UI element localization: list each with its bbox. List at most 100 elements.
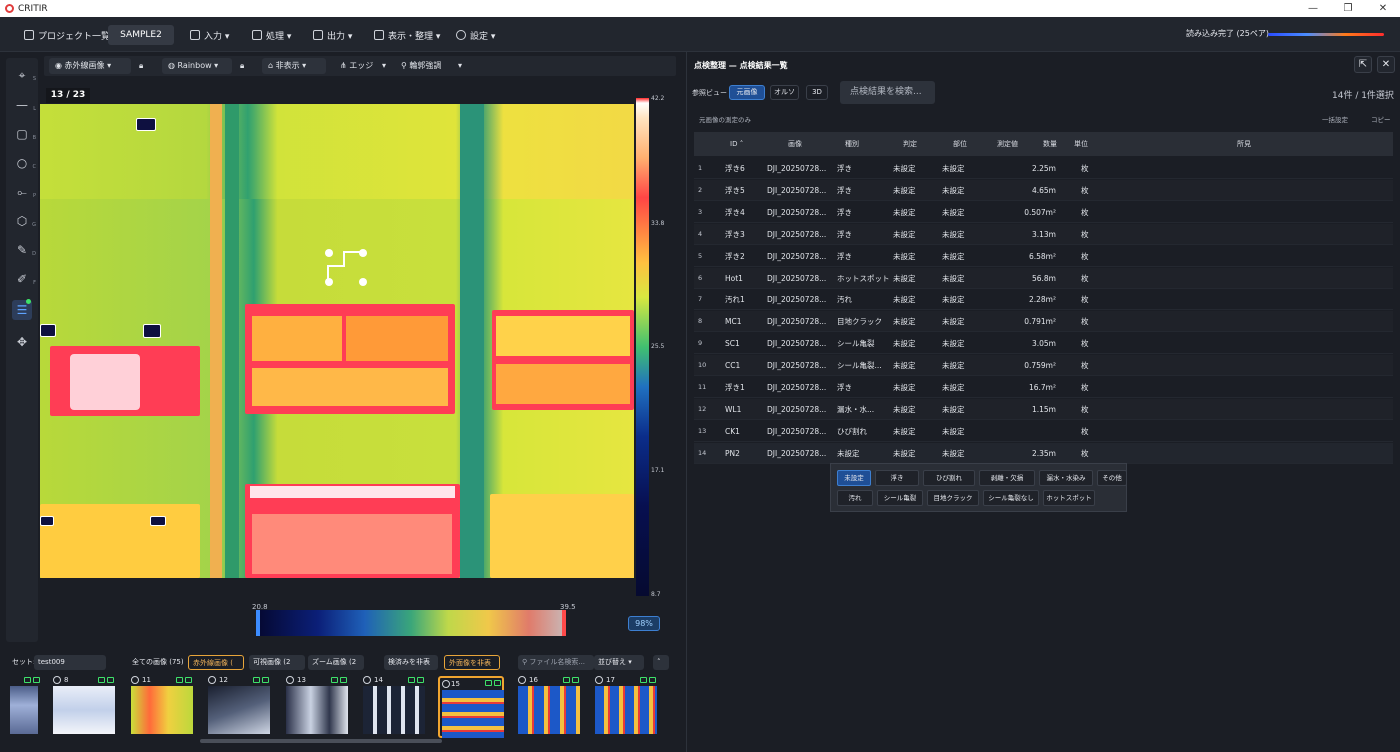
- edit-tool[interactable]: ✐ F: [12, 269, 36, 289]
- thumbnail-radio[interactable]: [363, 676, 371, 684]
- cell-n[interactable]: 14: [698, 443, 706, 464]
- projects-menu[interactable]: プロジェクト一覧: [24, 27, 110, 43]
- edge-toggle[interactable]: ⋔ エッジ: [340, 58, 373, 74]
- copy-button[interactable]: コピー: [1371, 114, 1391, 124]
- table-row[interactable]: 10 CC1 DJI_20250728... シール亀裂... 未設定 未設定 0.759m…: [694, 355, 1393, 377]
- move-tool[interactable]: ✥: [12, 332, 32, 352]
- thumbnail-radio[interactable]: [53, 676, 61, 684]
- thumbnail-radio[interactable]: [595, 676, 603, 684]
- minimize-button[interactable]: —: [1296, 0, 1330, 17]
- cell-unit[interactable]: 枚: [1081, 443, 1089, 464]
- annotation-handle[interactable]: [325, 249, 333, 257]
- annotation-handle[interactable]: [359, 249, 367, 257]
- histogram-min-handle[interactable]: [256, 610, 260, 636]
- table-row[interactable]: 14 PN2 DJI_20250728... 未設定 未設定 未設定 2.35m 枚: [694, 442, 1393, 464]
- type-option[interactable]: ひび割れ: [923, 470, 975, 486]
- sort-dropdown[interactable]: 並び替え ▾: [594, 655, 644, 670]
- table-row[interactable]: 5 浮き2 DJI_20250728... 浮き 未設定 未設定 6.58m² 枚: [694, 246, 1393, 267]
- thumbnail[interactable]: 16: [518, 676, 584, 738]
- select-tool[interactable]: ⌖ S: [12, 65, 36, 85]
- thermal-image-canvas[interactable]: [40, 104, 634, 578]
- col-judge[interactable]: 判定: [903, 132, 917, 156]
- tab-zoom-images[interactable]: ズーム画像 (2: [308, 655, 364, 670]
- thumbnail-radio[interactable]: [208, 676, 216, 684]
- col-id[interactable]: ID ˄: [730, 132, 743, 156]
- table-row[interactable]: 11 浮き1 DJI_20250728... 浮き 未設定 未設定 16.7m² 枚: [694, 377, 1393, 398]
- type-option[interactable]: 浮き: [875, 470, 919, 486]
- col-type[interactable]: 種別: [845, 132, 859, 156]
- cell-value[interactable]: 2.35m: [998, 443, 1056, 464]
- type-option[interactable]: シール亀裂: [877, 490, 923, 506]
- zoom-level[interactable]: 98%: [628, 616, 660, 631]
- menu-output[interactable]: 出力 ▾: [313, 27, 352, 43]
- hide-inspected-button[interactable]: 検済みを非表: [384, 655, 438, 670]
- view-original[interactable]: 元画像: [729, 85, 765, 100]
- circle-tool[interactable]: ○ C: [12, 153, 36, 173]
- bulk-set-button[interactable]: 一括設定: [1322, 114, 1348, 124]
- type-option[interactable]: 未設定: [837, 470, 871, 486]
- table-row[interactable]: 7 汚れ1 DJI_20250728... 汚れ 未設定 未設定 2.28m² 枚: [694, 289, 1393, 311]
- lock-icon[interactable]: 🔒︎: [139, 58, 143, 74]
- table-row[interactable]: 9 SC1 DJI_20250728... シール亀裂 未設定 未設定 3.05m 枚: [694, 333, 1393, 355]
- table-row[interactable]: 6 Hot1 DJI_20250728... ホットスポット 未設定 未設定 56.8m 枚: [694, 267, 1393, 289]
- edge-dropdown[interactable]: ▾: [382, 58, 386, 74]
- popout-button[interactable]: ⇱: [1354, 56, 1372, 73]
- close-window-button[interactable]: ✕: [1366, 0, 1400, 17]
- polyline-tool[interactable]: ⟜ P: [12, 182, 36, 202]
- set-select[interactable]: test009: [34, 655, 106, 670]
- results-search-input[interactable]: 点検結果を検索...: [840, 81, 935, 104]
- type-option[interactable]: 目地クラック: [927, 490, 979, 506]
- temperature-histogram[interactable]: [256, 610, 566, 636]
- palette-dropdown[interactable]: ◍ Rainbow ▾: [162, 58, 232, 74]
- filmstrip-scrollbar[interactable]: [200, 739, 442, 743]
- type-option[interactable]: ホットスポット: [1043, 490, 1095, 506]
- menu-settings[interactable]: 設定 ▾: [456, 27, 495, 43]
- thumbnail[interactable]: 12: [208, 676, 274, 738]
- thumbnail[interactable]: 17: [595, 676, 661, 738]
- annotation-handle[interactable]: [359, 278, 367, 286]
- cell-type[interactable]: 未設定: [837, 443, 860, 464]
- collapse-filmstrip-button[interactable]: ˄: [653, 655, 669, 670]
- col-image[interactable]: 画像: [788, 132, 802, 156]
- thumbnail-radio[interactable]: [442, 680, 450, 688]
- thumbnail[interactable]: 13: [286, 676, 352, 738]
- view-ortho[interactable]: オルソ: [770, 85, 799, 100]
- table-row[interactable]: 13 CK1 DJI_20250728... ひび割れ 未設定 未設定 枚: [694, 421, 1393, 442]
- file-search-input[interactable]: ⚲ ファイル名検索...: [518, 655, 594, 670]
- col-part[interactable]: 部位: [953, 132, 967, 156]
- label-visibility-dropdown[interactable]: ⌂ 非表示 ▾: [262, 58, 326, 74]
- thumbnail-selected[interactable]: 15: [438, 676, 504, 738]
- close-panel-button[interactable]: ✕: [1377, 56, 1395, 73]
- cell-id[interactable]: PN2: [725, 443, 740, 464]
- thumbnail-radio[interactable]: [286, 676, 294, 684]
- palette-lock-icon[interactable]: 🔒︎: [240, 58, 244, 74]
- table-row[interactable]: 3 浮き4 DJI_20250728... 浮き 未設定 未設定 0.507m² 枚: [694, 202, 1393, 223]
- annotation-handle[interactable]: [325, 278, 333, 286]
- rectangle-tool[interactable]: ▢ B: [12, 124, 36, 144]
- type-option[interactable]: 汚れ: [837, 490, 873, 506]
- thumbnail-radio[interactable]: [131, 676, 139, 684]
- image-mode-dropdown[interactable]: ◉ 赤外線画像 ▾: [49, 58, 131, 74]
- menu-process[interactable]: 処理 ▾: [252, 27, 291, 43]
- table-row[interactable]: 1 浮き6 DJI_20250728... 浮き 未設定 未設定 2.25m 枚: [694, 158, 1393, 179]
- col-value[interactable]: 測定値: [997, 132, 1018, 156]
- thumbnail[interactable]: 8: [53, 676, 119, 738]
- tab-all-images[interactable]: 全ての画像 (75): [128, 655, 184, 670]
- cell-img[interactable]: DJI_20250728...: [767, 443, 826, 464]
- table-row[interactable]: 12 WL1 DJI_20250728... 漏水・水... 未設定 未設定 1.15m 枚: [694, 398, 1393, 420]
- cell-judge[interactable]: 未設定: [893, 443, 916, 464]
- project-tab[interactable]: SAMPLE2: [108, 25, 174, 45]
- col-remarks[interactable]: 所見: [1237, 132, 1251, 156]
- histogram-max-handle[interactable]: [562, 610, 566, 636]
- col-qty[interactable]: 数量: [1043, 132, 1057, 156]
- table-row[interactable]: 8 MC1 DJI_20250728... 目地クラック 未設定 未設定 0.791m² 枚: [694, 311, 1393, 333]
- type-option[interactable]: 漏水・水染み: [1039, 470, 1093, 486]
- maximize-button[interactable]: ❐: [1331, 0, 1365, 17]
- polygon-tool[interactable]: ⬡ G: [12, 211, 36, 231]
- contour-dropdown[interactable]: ▾: [458, 58, 462, 74]
- cell-part[interactable]: 未設定: [942, 443, 965, 464]
- thumbnail[interactable]: 14: [363, 676, 429, 738]
- menu-input[interactable]: 入力 ▾: [190, 27, 229, 43]
- type-option[interactable]: 剥離・欠損: [979, 470, 1035, 486]
- pen-tool[interactable]: ✎ D: [12, 240, 36, 260]
